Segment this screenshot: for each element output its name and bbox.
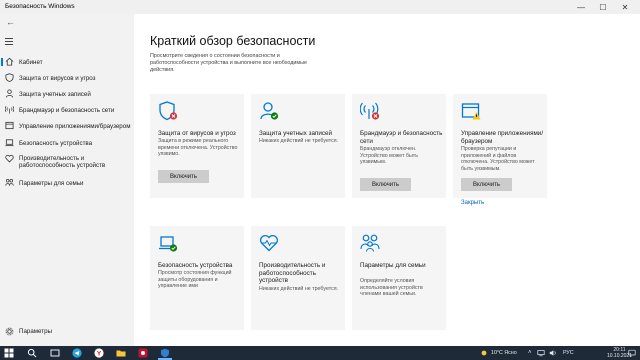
laptop-icon <box>159 236 178 252</box>
sidebar-item-device-performance[interactable]: Производительность и работоспособность у… <box>0 151 134 173</box>
security-app-icon[interactable] <box>160 348 170 358</box>
laptop-icon <box>5 139 14 147</box>
tile-description: Никаких действий не требуется. <box>259 286 339 292</box>
sidebar-item-label: Брандмауэр и безопасность сети <box>19 106 115 114</box>
close-link[interactable]: Закрыть <box>461 200 484 206</box>
tile-title: Производительность и работоспособность у… <box>259 262 326 284</box>
windows-start-icon[interactable] <box>4 348 14 358</box>
tile-firewall[interactable]: Брандмауэр и безопасность сети Брандмауэ… <box>352 94 446 198</box>
hamburger-menu-icon[interactable] <box>5 38 13 45</box>
network-icon[interactable] <box>537 349 545 357</box>
tile-title: Брандмауэр и безопасность сети <box>360 130 443 145</box>
tile-title: Управление приложениями/браузером <box>461 130 544 145</box>
sidebar-item-label: Безопасность устройства <box>19 139 93 147</box>
home-icon <box>5 57 14 66</box>
window-title: Безопасность Windows <box>5 3 75 10</box>
volume-icon[interactable] <box>549 349 557 357</box>
tile-device-security[interactable]: Безопасность устройства Просмотр состоян… <box>150 226 244 330</box>
enable-button[interactable]: Включить <box>158 170 209 183</box>
sidebar-item-label: Параметры для семьи <box>19 179 84 187</box>
tile-app-browser[interactable]: Управление приложениями/браузером Провер… <box>453 94 547 206</box>
tile-description: Определяйте условия использования устрой… <box>360 278 423 297</box>
minimize-button[interactable]: — <box>570 0 592 14</box>
notification-icon[interactable] <box>628 349 636 357</box>
title-bar: Безопасность Windows — ☐ ✕ <box>0 0 640 14</box>
tile-family-options[interactable]: Параметры для семьи Определяйте условия … <box>352 226 446 330</box>
enable-button[interactable]: Включить <box>360 178 411 191</box>
tile-description: Просмотр состояния функций защиты оборуд… <box>158 270 232 289</box>
task-view-icon[interactable] <box>50 348 60 358</box>
maximize-button[interactable]: ☐ <box>592 0 614 14</box>
sidebar-item-account-protection[interactable]: Защита учетных записей <box>0 86 134 102</box>
gear-icon <box>5 327 14 336</box>
app-browser-icon <box>5 121 14 130</box>
tile-title: Защита от вирусов и угроз <box>158 130 236 137</box>
app-browser-icon <box>461 103 481 120</box>
back-arrow-icon[interactable]: ← <box>6 17 15 27</box>
settings-label: Параметры <box>19 328 52 335</box>
settings-button[interactable]: Параметры <box>0 326 134 338</box>
sidebar-item-label: Защита учетных записей <box>19 90 91 98</box>
sidebar-item-device-security[interactable]: Безопасность устройства <box>0 135 134 151</box>
tile-device-performance[interactable]: Производительность и работоспособность у… <box>251 226 345 330</box>
main-content: Краткий обзор безопасности Просмотрите с… <box>134 14 640 346</box>
tray-chevron-icon[interactable]: ˄ <box>528 346 532 360</box>
sidebar-item-home[interactable]: Кабинет <box>0 54 134 70</box>
tile-account-protection[interactable]: Защита учетных записей Никаких действий … <box>251 94 345 198</box>
shield-icon <box>159 101 178 121</box>
tile-description: Проверка репутации и приложений и файлов… <box>461 146 535 172</box>
svg-text:Y: Y <box>97 350 102 357</box>
close-button[interactable]: ✕ <box>614 0 636 14</box>
sidebar-item-family-options[interactable]: Параметры для семьи <box>0 175 134 191</box>
tile-virus-protection[interactable]: Защита от вирусов и угроз Защита в режим… <box>150 94 244 198</box>
sidebar-item-label: Защита от вирусов и угроз <box>19 74 96 82</box>
tile-title: Защита учетных записей <box>259 130 333 137</box>
sidebar-item-firewall[interactable]: Брандмауэр и безопасность сети <box>0 102 134 118</box>
wifi-icon <box>5 106 14 114</box>
sidebar-item-app-browser[interactable]: Управление приложениями/браузером <box>0 118 134 134</box>
folder-icon[interactable] <box>116 348 126 358</box>
tile-title: Безопасность устройства <box>158 262 233 269</box>
family-icon <box>360 234 380 252</box>
sidebar: ← Кабинет Защита от вирусов и угроз Защи… <box>0 14 134 346</box>
yandex-browser-icon[interactable]: Y <box>94 348 104 358</box>
taskbar: Y 10°C Ясно ˄ РУС 20:11 10.10.2021 <box>0 346 640 360</box>
person-icon <box>260 102 279 120</box>
telegram-icon[interactable] <box>72 348 82 358</box>
search-icon[interactable] <box>27 348 37 358</box>
page-subtitle: Просмотрите сведения о состоянии безопас… <box>150 53 307 74</box>
shield-icon <box>5 73 14 82</box>
page-title: Краткий обзор безопасности <box>150 34 316 48</box>
sidebar-item-label: Производительность и работоспособность у… <box>19 155 106 169</box>
family-icon <box>5 178 14 186</box>
person-icon <box>5 89 14 98</box>
tile-title: Параметры для семьи <box>360 262 426 269</box>
language-indicator[interactable]: РУС <box>563 346 574 360</box>
weather-text[interactable]: 10°C Ясно <box>491 346 517 360</box>
weather-icon <box>481 350 487 356</box>
heart-icon <box>5 154 14 163</box>
wifi-icon <box>360 102 380 120</box>
tile-description: Брандмауэр отключен. Устройство может бы… <box>360 146 418 165</box>
sidebar-item-label: Управление приложениями/браузером <box>19 122 131 130</box>
enable-button[interactable]: Включить <box>461 178 512 191</box>
heart-icon <box>259 234 279 252</box>
sidebar-item-label: Кабинет <box>19 58 43 66</box>
tile-description: Защита в режиме реального времени отключ… <box>158 138 238 157</box>
sidebar-item-virus-protection[interactable]: Защита от вирусов и угроз <box>0 70 134 86</box>
media-app-icon[interactable] <box>138 348 148 358</box>
tile-description: Никаких действий не требуется. <box>259 138 339 144</box>
